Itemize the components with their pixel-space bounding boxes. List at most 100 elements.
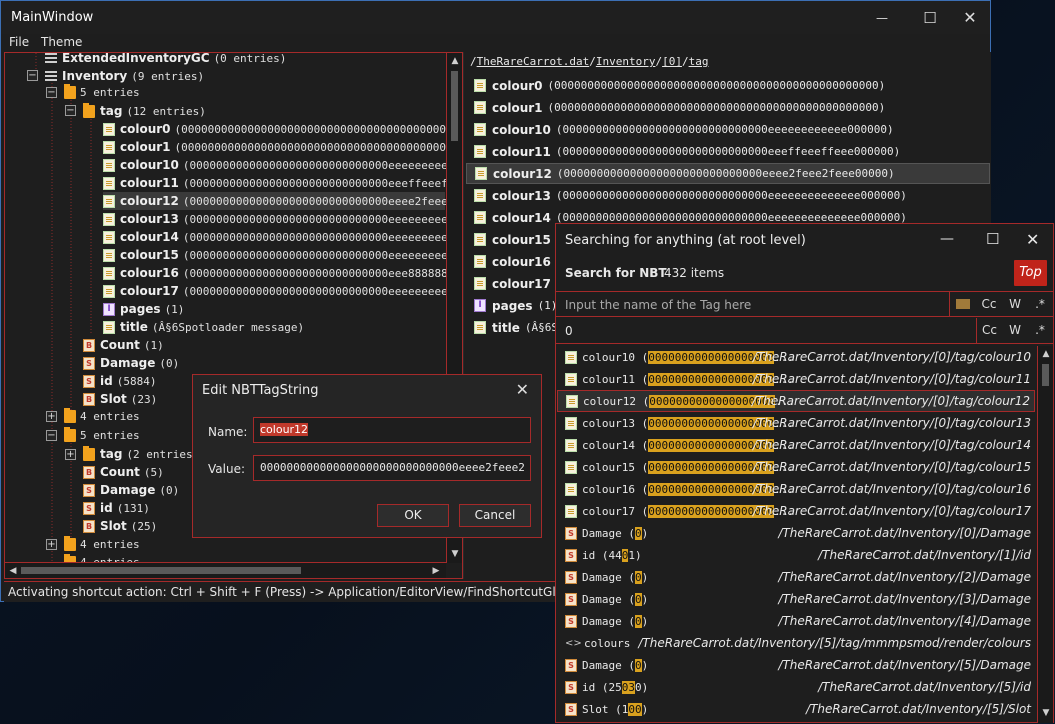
maximize-button[interactable]: ☐ [910, 1, 950, 34]
expand-toggle[interactable]: + [65, 449, 76, 460]
close-button[interactable]: ✕ [950, 1, 990, 34]
search-result[interactable]: Sid (25030) /TheRareCarrot.dat/Inventory/… [557, 676, 1035, 698]
result-path: /TheRareCarrot.dat/Inventory/[0]/tag/col… [752, 438, 1031, 452]
dialog-close-icon[interactable]: ✕ [516, 380, 529, 399]
match-case-toggle[interactable]: Cc [976, 318, 1002, 343]
maximize-icon[interactable]: ☐ [986, 230, 999, 248]
expand-toggle[interactable]: + [46, 539, 57, 550]
tag-name-search-input[interactable]: Input the name of the Tag here Cc W .* [556, 291, 1053, 317]
scroll-thumb[interactable] [21, 567, 301, 574]
list-item[interactable]: colour1 (00000000000000000000000000000000… [466, 97, 990, 118]
tree-item-colour1[interactable]: colour1 (00000000000000000000000000000000… [103, 138, 462, 156]
menu-theme[interactable]: Theme [41, 35, 82, 49]
list-item[interactable]: colour0 (00000000000000000000000000000000… [466, 75, 990, 96]
tree-item-colour12[interactable]: colour12 (000000000000000000000000000000e… [103, 192, 454, 210]
collapse-toggle[interactable]: − [27, 70, 38, 81]
search-result[interactable]: S Damage (0) /TheRareCarrot.dat/Inventory/… [557, 522, 1035, 544]
collapse-toggle[interactable]: − [46, 87, 57, 98]
scroll-thumb[interactable] [451, 71, 458, 141]
search-result[interactable]: S Damage (0) /TheRareCarrot.dat/Inventory/… [557, 566, 1035, 588]
tree-item-colour15[interactable]: colour15 (000000000000000000000000000000e… [103, 246, 454, 264]
tree-item-pages[interactable]: Ipages (1) [103, 300, 184, 318]
regex-toggle[interactable]: .* [1027, 292, 1053, 316]
list-item-selected[interactable]: colour12 (000000000000000000000000000000e… [466, 163, 990, 184]
tree-item-colour16[interactable]: colour16 (000000000000000000000000000000e… [103, 264, 448, 282]
tree-item-count[interactable]: B Count (1) [83, 336, 164, 354]
tree-item-extendedinventorygc[interactable]: ExtendedInventoryGC (0 entries) [45, 53, 286, 67]
folder-filter-icon[interactable] [949, 292, 975, 316]
breadcrumb-inventory[interactable]: Inventory [596, 55, 656, 68]
tree-item-id[interactable]: Sid (5884) [83, 372, 156, 390]
tree-item-compound[interactable]: 5 entries [64, 426, 140, 444]
collapse-toggle[interactable]: − [46, 430, 57, 441]
tree-item-slot[interactable]: B Slot (25) [83, 517, 157, 535]
tree-item-colour17[interactable]: colour17 (000000000000000000000000000000e… [103, 282, 454, 300]
tree-item-colour10[interactable]: colour10 (000000000000000000000000000000e… [103, 156, 454, 174]
tree-item-compound[interactable]: 5 entries [64, 83, 140, 101]
expand-toggle[interactable]: + [46, 411, 57, 422]
tree-horizontal-scrollbar[interactable]: ◀ ▶ [5, 562, 446, 578]
short-tag-icon: S [565, 548, 577, 562]
search-result[interactable]: colour13 (0000000000000000000.../TheRare… [557, 412, 1035, 434]
list-item[interactable]: colour10 (0000000000000000000000000000000… [466, 119, 990, 140]
search-result[interactable]: colour14 (0000000000000000000.../TheRare… [557, 434, 1035, 456]
tree-item-damage[interactable]: S Damage (0) [83, 481, 179, 499]
scroll-right-icon[interactable]: ▶ [429, 564, 443, 578]
tree-item-colour14[interactable]: colour14 (000000000000000000000000000000e… [103, 228, 454, 246]
match-case-toggle[interactable]: Cc [976, 292, 1002, 316]
search-result[interactable]: Sid (4401) /TheRareCarrot.dat/Inventory/[… [557, 544, 1035, 566]
scroll-down-icon[interactable]: ▼ [448, 547, 462, 561]
minimize-icon[interactable]: — [940, 231, 954, 247]
breadcrumb-tag[interactable]: tag [689, 55, 709, 68]
menu-file[interactable]: File [9, 35, 29, 49]
list-item[interactable]: colour11 (0000000000000000000000000000000… [466, 141, 990, 162]
top-button[interactable]: Top [1014, 260, 1047, 286]
breadcrumb-index[interactable]: [0] [662, 55, 682, 68]
search-result[interactable]: colour17 (0000000000000000000.../TheRare… [557, 500, 1035, 522]
tag-value-search-input[interactable]: 0 Cc W .* [556, 318, 1053, 344]
tree-item-count[interactable]: B Count (5) [83, 463, 164, 481]
scroll-thumb[interactable] [1042, 364, 1049, 386]
close-icon[interactable]: ✕ [1026, 230, 1039, 249]
scroll-up-icon[interactable]: ▲ [448, 54, 462, 68]
search-result[interactable]: colour10 (0000000000000000000.../TheRare… [557, 346, 1035, 368]
tree-item-colour11[interactable]: colour11 (000000000000000000000000000000e… [103, 174, 448, 192]
tree-item-colour0[interactable]: colour0 (00000000000000000000000000000000… [103, 120, 462, 138]
tree-item-title[interactable]: title (Â§6Spotloader message) [103, 318, 304, 336]
tree-item-slot[interactable]: B Slot (23) [83, 390, 157, 408]
search-result[interactable]: S Damage (0) /TheRareCarrot.dat/Inventory/… [557, 588, 1035, 610]
results-vertical-scrollbar[interactable]: ▲ ▼ [1037, 346, 1053, 723]
search-result[interactable]: S Slot (100) /TheRareCarrot.dat/Inventory/… [557, 698, 1035, 720]
name-field[interactable]: colour12 [253, 417, 531, 443]
tree-item-tag[interactable]: tag (2 entries) [83, 445, 199, 463]
regex-toggle[interactable]: .* [1027, 318, 1053, 343]
ok-button[interactable]: OK [377, 504, 449, 527]
scroll-down-icon[interactable]: ▼ [1039, 706, 1053, 720]
scroll-left-icon[interactable]: ◀ [6, 564, 20, 578]
search-result[interactable]: colour16 (0000000000000000000.../TheRare… [557, 478, 1035, 500]
breadcrumb-file[interactable]: TheRareCarrot.dat [477, 55, 590, 68]
collapse-toggle[interactable]: − [65, 105, 76, 116]
tree-item-tag[interactable]: tag (12 entries) [83, 102, 206, 120]
list-item[interactable]: colour13 (0000000000000000000000000000000… [466, 185, 990, 206]
search-results-list[interactable]: colour10 (0000000000000000000.../TheRare… [556, 346, 1053, 723]
title-bar[interactable]: MainWindow — ☐ ✕ [1, 1, 990, 34]
tree-item-compound[interactable]: 4 entries [64, 535, 140, 553]
search-result[interactable]: <> colours/TheRareCarrot.dat/Inventory/[5… [557, 632, 1035, 654]
whole-word-toggle[interactable]: W [1002, 292, 1028, 316]
scroll-up-icon[interactable]: ▲ [1039, 347, 1053, 361]
search-result[interactable]: S Damage (0) /TheRareCarrot.dat/Inventory/… [557, 654, 1035, 676]
search-result[interactable]: colour11 (0000000000000000000.../TheRare… [557, 368, 1035, 390]
search-title-bar[interactable]: Searching for anything (at root level) —… [556, 224, 1053, 256]
search-result[interactable]: S Damage (0) /TheRareCarrot.dat/Inventory/… [557, 610, 1035, 632]
value-field[interactable]: 000000000000000000000000000000eeee2feee2 [253, 455, 531, 481]
search-result[interactable]: colour15 (0000000000000000000.../TheRare… [557, 456, 1035, 478]
minimize-button[interactable]: — [862, 1, 902, 34]
tree-item-id[interactable]: Sid (131) [83, 499, 150, 517]
tree-item-compound[interactable]: 4 entries [64, 407, 140, 425]
cancel-button[interactable]: Cancel [459, 504, 531, 527]
search-result-selected[interactable]: colour12 (0000000000000000000.../TheRare… [557, 390, 1035, 412]
whole-word-toggle[interactable]: W [1002, 318, 1028, 343]
tree-item-colour13[interactable]: colour13 (000000000000000000000000000000e… [103, 210, 454, 228]
tree-item-damage[interactable]: S Damage (0) [83, 354, 179, 372]
